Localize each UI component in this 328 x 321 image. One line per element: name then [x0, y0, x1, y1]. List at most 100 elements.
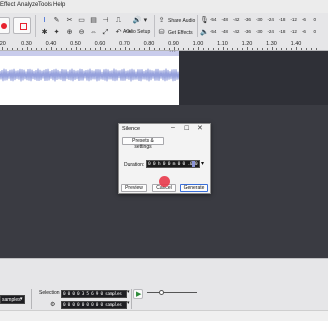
selection-toolbar: samples ▾ Selection ⚙ 0 0 0 0 3 5 6 9 0 … — [0, 258, 328, 311]
selection-label: Selection — [39, 290, 60, 296]
meter-tick-label: -36 — [244, 29, 251, 34]
get-effects-button[interactable]: ⛁ Get Effects — [157, 28, 195, 38]
selection-end-field[interactable]: 0 0 0 0 0 0 0 0 0 samples — [61, 301, 127, 309]
settings-gear-icon[interactable]: ⚙ — [50, 301, 55, 308]
clip-header[interactable]: ··· — [0, 48, 179, 56]
toolbar-divider — [197, 15, 198, 37]
ruler-tick — [202, 48, 204, 50]
meter-tick-label: -48 — [221, 29, 228, 34]
ruler-tick — [70, 48, 72, 50]
fit-selection-icon[interactable]: ⇔ — [89, 28, 98, 37]
duration-label: Duration: — [124, 162, 145, 168]
cut-icon[interactable]: ✂ — [65, 16, 74, 25]
chevron-down-icon[interactable]: ▾ — [127, 300, 130, 306]
ruler-tick — [212, 48, 214, 50]
snap-value: samples — [2, 297, 21, 303]
duration-format-dropdown-icon[interactable]: ▾ — [201, 160, 204, 167]
meter-tick-label: -30 — [256, 17, 263, 22]
ruler-tick — [266, 48, 268, 50]
toolbar-divider — [35, 15, 36, 37]
menu-analyze[interactable]: Analyze — [17, 2, 38, 8]
slider-thumb[interactable] — [159, 290, 164, 295]
meter-tick-label: -36 — [244, 17, 251, 22]
ruler-tick — [60, 48, 62, 50]
close-icon[interactable]: ✕ — [197, 124, 203, 132]
paste-icon[interactable]: ▤ — [89, 16, 98, 25]
ruler-tick — [124, 47, 126, 50]
ruler-tick — [129, 48, 131, 50]
ruler-tick — [300, 48, 302, 50]
stop-button[interactable] — [13, 17, 31, 34]
toolbar-divider — [154, 15, 155, 37]
ruler-tick — [237, 48, 239, 50]
ruler-tick — [158, 48, 160, 50]
track-empty-area[interactable] — [179, 51, 328, 105]
zoom-in-icon[interactable]: ⊕ — [65, 28, 74, 37]
stop-icon — [20, 23, 27, 30]
zoom-toggle-icon[interactable]: ⤢ — [101, 28, 110, 37]
generate-button[interactable]: Generate — [180, 184, 208, 192]
selection-start-field[interactable]: 0 0 0 0 3 5 6 9 0 samples — [61, 290, 127, 298]
ruler-tick — [242, 48, 244, 50]
playback-speed-slider[interactable] — [147, 292, 197, 293]
speaker-meter-icon[interactable]: 🔈 — [200, 28, 209, 37]
ruler-tick — [114, 48, 116, 50]
share-icon: ⇪ — [158, 17, 165, 24]
ruler-tick — [144, 48, 146, 50]
ruler-tick — [75, 47, 77, 50]
meter-tick-label: -6 — [302, 17, 306, 22]
trim-icon[interactable]: ⊣ — [101, 16, 110, 25]
multi-tool-icon[interactable]: ✱ — [40, 28, 49, 37]
presets-settings-button[interactable]: Presets & settings — [122, 137, 164, 150]
ruler-tick — [104, 48, 106, 50]
share-audio-label: Share Audio — [168, 18, 196, 24]
record-button[interactable] — [0, 17, 10, 34]
recording-meter[interactable]: -54 -48 -42 -36 -30 -24 -18 -12 -6 0 — [210, 17, 328, 25]
draw-tool-icon[interactable]: ✦ — [52, 28, 61, 37]
ruler-tick — [100, 47, 101, 50]
ruler-tick — [16, 48, 18, 50]
snap-dropdown[interactable]: samples ▾ — [0, 295, 25, 304]
envelope-tool-icon[interactable]: ✎ — [52, 16, 61, 25]
menu-tools[interactable]: Tools — [38, 2, 52, 8]
menu-help[interactable]: Help — [53, 2, 65, 8]
play-at-speed-button[interactable]: ▶ — [133, 289, 143, 299]
meter-tick-label: 0 — [313, 17, 317, 22]
timeline-ruler[interactable]: .200.300.400.500.600.700.800.901.001.101… — [0, 40, 328, 51]
ruler-tick — [80, 48, 82, 50]
maximize-icon[interactable]: ☐ — [184, 125, 189, 132]
menu-bar: Effect Analyze Tools Help — [0, 0, 328, 13]
ruler-tick — [31, 48, 33, 50]
menu-effect[interactable]: Effect — [0, 2, 15, 8]
ruler-tick — [46, 48, 48, 50]
status-bar — [0, 310, 328, 321]
playback-meter[interactable]: -54 -48 -42 -36 -30 -24 -18 -12 -6 0 — [210, 29, 328, 37]
ruler-tick — [256, 48, 258, 50]
duration-field[interactable]: 0 0 h 0 0 m 0 0 .0 0 0 — [146, 160, 203, 168]
selection-tool-icon[interactable]: I — [40, 16, 49, 25]
minimize-icon[interactable]: – — [171, 124, 175, 131]
meter-tick-label: -54 — [210, 29, 217, 34]
ruler-tick — [183, 48, 185, 50]
ruler-tick — [276, 48, 278, 50]
chevron-down-icon[interactable]: ▾ — [127, 289, 130, 295]
ruler-tick — [6, 48, 8, 50]
play-icon: ▶ — [136, 291, 142, 298]
meter-tick-label: 0 — [313, 29, 317, 34]
meter-tick-label: -48 — [221, 17, 228, 22]
ruler-tick — [178, 48, 180, 50]
selection-end-value: 0 0 0 0 0 0 0 0 0 samples — [63, 303, 122, 308]
ruler-tick — [36, 48, 38, 50]
microphone-icon[interactable]: 🎙 — [200, 16, 209, 25]
ruler-tick — [261, 48, 263, 50]
share-audio-button[interactable]: ⇪ Share Audio — [157, 16, 196, 26]
ruler-tick — [21, 48, 23, 50]
zoom-out-icon[interactable]: ⊖ — [77, 28, 86, 37]
ruler-tick — [222, 47, 224, 50]
meter-tick-label: -18 — [279, 29, 286, 34]
copy-icon[interactable]: ▭ — [77, 16, 86, 25]
waveform — [0, 68, 179, 82]
audio-track[interactable]: ··· — [0, 48, 179, 105]
clip-menu-icon[interactable]: ··· — [169, 48, 176, 55]
preview-button[interactable]: Preview — [121, 184, 147, 192]
